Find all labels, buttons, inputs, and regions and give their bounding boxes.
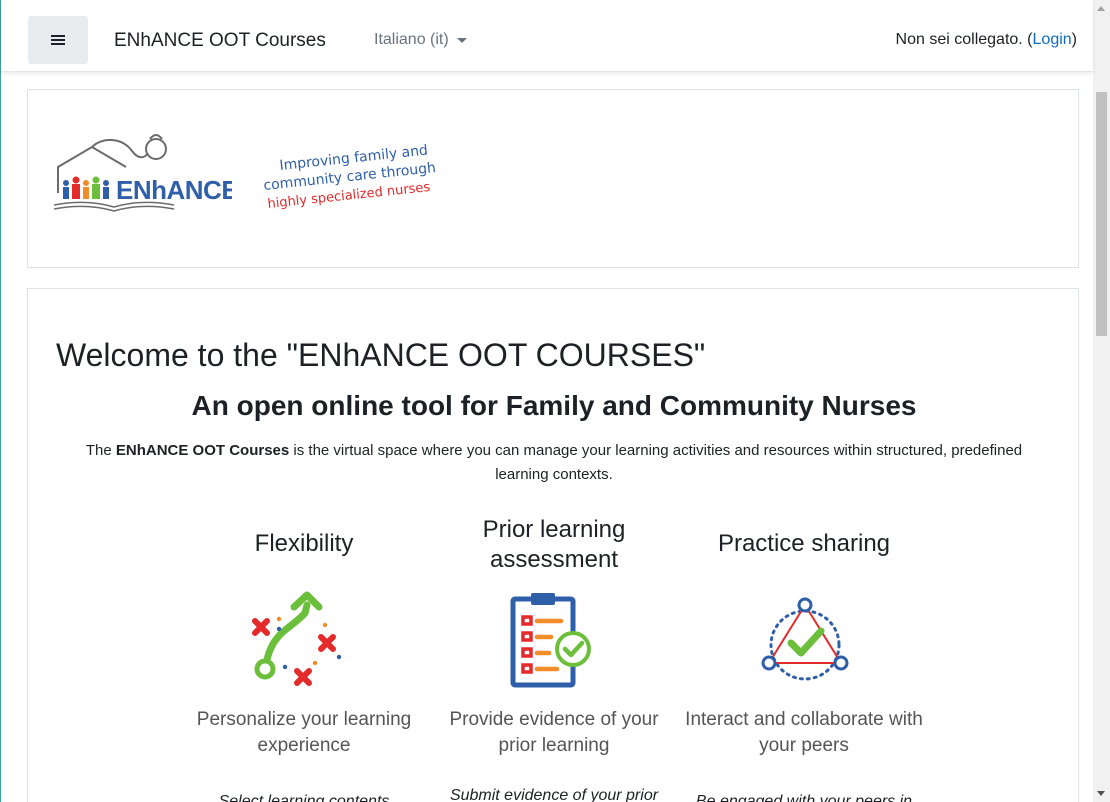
feature-prior-learning-detail: Submit evidence of your prior [449,787,659,802]
welcome-heading: Welcome to the "ENhANCE OOT COURSES" [56,337,706,373]
intro-paragraph: The ENhANCE OOT Courses is the virtual s… [85,442,1023,483]
caret-down-icon [456,37,467,43]
subtitle-heading: An open online tool for Family and Commu… [191,390,917,421]
scroll-thumb[interactable] [1096,92,1107,336]
scroll-up-arrow-icon[interactable] [1097,6,1105,11]
feature-flexibility: Flexibility [174,529,434,559]
language-menu[interactable]: Italiano (it) [374,31,467,49]
feature-practice-sharing-desc: Interact and collaborate with your peers [685,709,923,756]
feature-flexibility-detail: Select learning contents [218,793,390,802]
language-label: Italiano (it) [374,31,449,48]
network-check-icon [761,597,849,681]
clipboard-check-icon [510,593,591,688]
header-card: ENhANCE Improving family and community c… [27,89,1079,268]
feature-title: Prior learning assessment [482,516,626,573]
top-navbar: ENhANCE OOT Courses Italiano (it) Non se… [1,0,1093,72]
site-name-link[interactable]: ENhANCE OOT Courses [114,30,326,52]
enhance-logo: ENhANCE [53,134,232,212]
drawer-toggle-button[interactable] [28,16,88,64]
page-scrollbar[interactable] [1093,0,1110,802]
main-content-card: Welcome to the "ENhANCE OOT COURSES" An … [27,288,1079,802]
feature-prior-learning-desc: Provide evidence of your prior learning [449,709,659,756]
login-link[interactable]: Login [1033,31,1072,48]
feature-title: Practice sharing [717,530,891,557]
feature-practice-sharing-detail: Be engaged with your peers in [695,793,913,802]
hamburger-icon [51,34,65,46]
logo-text: ENhANCE [116,175,232,205]
flexibility-icon [252,591,342,686]
login-info: Non sei collegato. (Login) [895,31,1077,48]
feature-practice-sharing: Practice sharing [674,529,934,559]
feature-prior-learning: Prior learning assessment [424,515,684,575]
feature-flexibility-desc: Personalize your learning experience [196,709,412,756]
tagline-graphic: Improving family and community care thro… [263,142,437,211]
feature-title: Flexibility [254,530,354,557]
scroll-down-arrow-icon[interactable] [1097,791,1105,796]
